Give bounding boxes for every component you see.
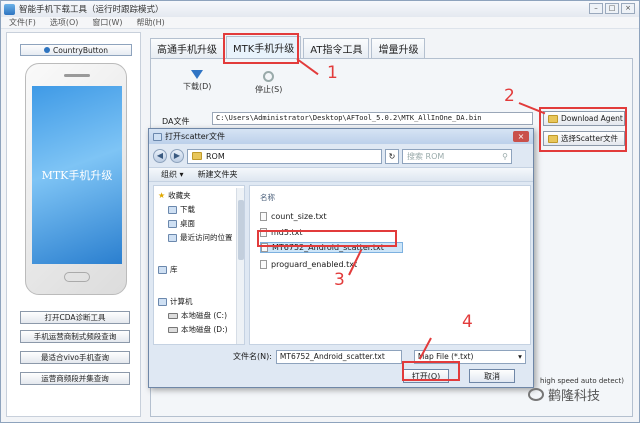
dialog-app-icon bbox=[153, 132, 162, 141]
disk-icon bbox=[168, 326, 178, 333]
highlight-mtk-tab bbox=[223, 33, 299, 64]
back-arrow-icon[interactable]: ◀ bbox=[153, 149, 167, 163]
nav-disk-d[interactable]: 本地磁盘 (D:) bbox=[168, 324, 228, 335]
filename-input[interactable]: MT6752_Android_scatter.txt bbox=[275, 349, 402, 364]
disk-icon bbox=[168, 312, 178, 319]
desktop-icon bbox=[168, 219, 177, 228]
minimize-button[interactable]: – bbox=[589, 3, 603, 14]
open-cda-tool-button[interactable]: 打开CDA诊断工具 bbox=[20, 311, 130, 324]
organize-button[interactable]: 组织 ▾ bbox=[161, 169, 184, 180]
new-folder-button[interactable]: 新建文件夹 bbox=[198, 169, 238, 180]
download-folder-icon bbox=[168, 205, 177, 214]
download-icon bbox=[191, 70, 204, 79]
window-title: 智能手机下载工具（运行时跟踪模式） bbox=[19, 5, 164, 15]
wechat-icon bbox=[528, 388, 544, 401]
search-icon: ⚲ bbox=[502, 151, 508, 161]
filename-row: 文件名(N): MT6752_Android_scatter.txt Map F… bbox=[153, 349, 531, 364]
open-scatter-dialog: 打开scatter文件 × ◀ ▶ ROM ↻ 搜索 ROM ⚲ 组织 ▾ 新建… bbox=[148, 128, 534, 388]
cancel-button[interactable]: 取消 bbox=[469, 369, 515, 383]
phone-home-button bbox=[64, 272, 90, 282]
filename-label: 文件名(N): bbox=[233, 352, 272, 361]
text-file-icon bbox=[260, 212, 267, 221]
dialog-toolbar: 组织 ▾ 新建文件夹 bbox=[149, 167, 533, 182]
refresh-icon[interactable]: ↻ bbox=[385, 148, 399, 164]
download-tool[interactable]: 下载(D) bbox=[183, 70, 211, 92]
forward-arrow-icon[interactable]: ▶ bbox=[170, 149, 184, 163]
highlight-scatter-file bbox=[257, 230, 397, 247]
address-row: ◀ ▶ ROM ↻ 搜索 ROM ⚲ bbox=[153, 148, 531, 164]
country-button[interactable]: CountryButton bbox=[20, 44, 132, 56]
tab-qualcomm[interactable]: 高通手机升级 bbox=[150, 38, 224, 58]
nav-downloads[interactable]: 下载 bbox=[168, 204, 195, 215]
phone-screen-text: MTK手机升级 bbox=[41, 169, 113, 182]
dialog-title: 打开scatter文件 bbox=[165, 132, 225, 141]
name-column-header[interactable]: 名称 bbox=[260, 192, 275, 203]
da-file-path-input[interactable]: C:\Users\Administrator\Desktop\AFTool_5.… bbox=[212, 112, 533, 125]
left-panel: CountryButton MTK手机升级 打开CDA诊断工具 手机运营商制式频… bbox=[6, 32, 141, 417]
close-window-button[interactable]: × bbox=[621, 3, 635, 14]
window-controls: – □ × bbox=[589, 3, 635, 14]
stop-tool[interactable]: 停止(S) bbox=[255, 71, 282, 95]
annotation-number-2: 2 bbox=[504, 86, 515, 106]
phone-screen: MTK手机升级 bbox=[32, 86, 122, 264]
file-list-pane: 名称 count_size.txt md5.txt MT6752_Android… bbox=[249, 185, 531, 345]
da-file-label: DA文件 bbox=[162, 117, 190, 126]
file-item[interactable]: count_size.txt bbox=[260, 212, 327, 221]
nav-disk-c[interactable]: 本地磁盘 (C:) bbox=[168, 310, 227, 321]
file-item[interactable]: proguard_enabled.txt bbox=[260, 260, 357, 269]
band-union-query-button[interactable]: 运营商频段并集查询 bbox=[20, 372, 130, 385]
tab-incremental[interactable]: 增量升级 bbox=[371, 38, 426, 58]
globe-icon bbox=[44, 47, 51, 53]
nav-desktop[interactable]: 桌面 bbox=[168, 218, 195, 229]
watermark: 鹳隆科技 bbox=[528, 385, 600, 404]
annotation-number-4: 4 bbox=[462, 312, 473, 332]
app-icon bbox=[4, 3, 15, 15]
phone-speaker bbox=[64, 74, 90, 77]
star-icon: ★ bbox=[158, 191, 166, 200]
folder-icon bbox=[192, 152, 202, 160]
nav-favorites[interactable]: ★ 收藏夹 bbox=[158, 190, 191, 201]
stop-icon bbox=[263, 71, 275, 82]
chevron-down-icon: ▾ bbox=[518, 352, 522, 361]
menu-file[interactable]: 文件(F) bbox=[9, 17, 36, 28]
nav-library[interactable]: 库 bbox=[158, 264, 178, 275]
phone-illustration: MTK手机升级 bbox=[25, 63, 127, 295]
status-text: high speed auto detect) bbox=[540, 377, 624, 385]
menu-window[interactable]: 窗口(W) bbox=[92, 17, 122, 28]
computer-icon bbox=[158, 297, 167, 306]
navigation-pane: ★ 收藏夹 下载 桌面 最近访问的位置 库 计算机 本地磁盘 (C:) 本地磁盘… bbox=[153, 185, 245, 345]
highlight-open-button bbox=[402, 361, 460, 381]
recent-places-icon bbox=[168, 233, 177, 242]
dialog-title-bar: 打开scatter文件 × bbox=[149, 129, 533, 144]
dialog-close-button[interactable]: × bbox=[513, 131, 529, 142]
nav-scrollbar[interactable] bbox=[236, 188, 244, 344]
address-text: ROM bbox=[206, 151, 225, 161]
menu-bar: 文件(F) 选项(O) 窗口(W) 帮助(H) bbox=[1, 17, 639, 29]
highlight-scatter-buttons bbox=[539, 107, 627, 152]
address-bar[interactable]: ROM bbox=[187, 148, 382, 164]
nav-scroll-thumb[interactable] bbox=[238, 200, 244, 260]
annotation-number-1: 1 bbox=[327, 63, 338, 83]
search-input[interactable]: 搜索 ROM ⚲ bbox=[402, 148, 512, 164]
text-file-icon bbox=[260, 260, 267, 269]
tab-at-command[interactable]: AT指令工具 bbox=[303, 38, 370, 58]
title-bar: 智能手机下载工具（运行时跟踪模式） – □ × bbox=[1, 1, 639, 17]
carrier-band-query-button[interactable]: 手机运营商制式频段查询 bbox=[20, 330, 130, 343]
library-icon bbox=[158, 265, 167, 274]
annotation-number-3: 3 bbox=[334, 270, 345, 290]
menu-help[interactable]: 帮助(H) bbox=[137, 17, 165, 28]
vivo-query-button[interactable]: 最适合vivo手机查询 bbox=[20, 351, 130, 364]
nav-computer[interactable]: 计算机 bbox=[158, 296, 193, 307]
nav-recent[interactable]: 最近访问的位置 bbox=[168, 232, 233, 243]
maximize-button[interactable]: □ bbox=[605, 3, 619, 14]
menu-options[interactable]: 选项(O) bbox=[50, 17, 79, 28]
